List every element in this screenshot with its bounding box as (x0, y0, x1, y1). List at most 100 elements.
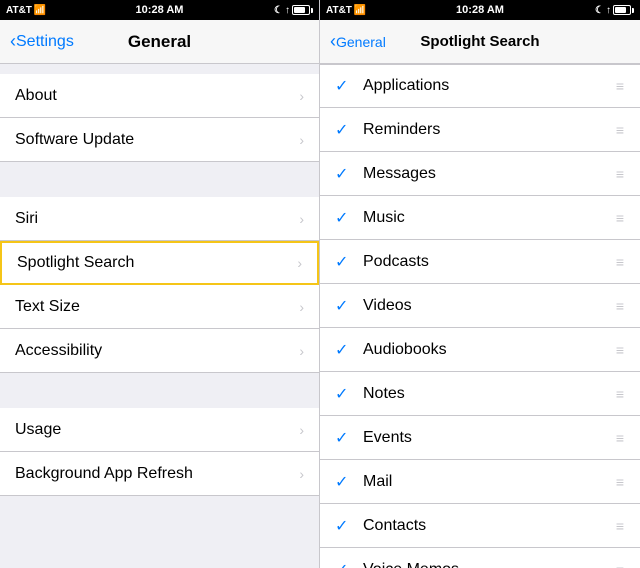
left-about-label: About (15, 87, 57, 105)
right-moon-icon: ☾ (595, 5, 604, 16)
right-spotlight-item-left-5: ✓ Videos (335, 296, 412, 316)
right-spotlight-item-9[interactable]: ✓ Mail ≡ (320, 460, 640, 504)
left-usage-chevron-icon: › (299, 422, 304, 438)
left-item-background-app-refresh[interactable]: Background App Refresh › (0, 452, 319, 496)
left-software-update-label: Software Update (15, 131, 134, 149)
right-hamburger-icon-3: ≡ (616, 210, 625, 226)
right-nav-title: Spotlight Search (420, 33, 539, 50)
left-about-chevron-icon: › (299, 88, 304, 104)
left-back-label[interactable]: Settings (16, 33, 74, 51)
right-checkmark-icon-1: ✓ (335, 120, 351, 140)
right-checkmark-icon-0: ✓ (335, 76, 351, 96)
right-hamburger-icon-5: ≡ (616, 298, 625, 314)
right-time: 10:28 AM (456, 4, 504, 16)
left-bg-app-refresh-label: Background App Refresh (15, 465, 193, 483)
right-spotlight-item-left-1: ✓ Reminders (335, 120, 440, 140)
right-spotlight-item-5[interactable]: ✓ Videos ≡ (320, 284, 640, 328)
right-hamburger-icon-8: ≡ (616, 430, 625, 446)
left-software-update-chevron-icon: › (299, 132, 304, 148)
left-item-about[interactable]: About › (0, 74, 319, 118)
right-spotlight-list: ✓ Applications ≡ ✓ Reminders ≡ ✓ Message… (320, 64, 640, 568)
right-spotlight-item-label-0: Applications (363, 77, 449, 95)
left-bg-app-refresh-chevron-icon: › (299, 466, 304, 482)
screen-container: AT&T 📶 10:28 AM ☾ ↑ ‹ Settings G (0, 0, 640, 568)
right-back-button[interactable]: ‹ General (330, 31, 386, 52)
right-hamburger-icon-7: ≡ (616, 386, 625, 402)
right-hamburger-icon-0: ≡ (616, 78, 625, 94)
right-checkmark-icon-5: ✓ (335, 296, 351, 316)
right-back-label[interactable]: General (336, 34, 386, 50)
left-moon-icon: ☾ (274, 5, 283, 16)
right-spotlight-item-1[interactable]: ✓ Reminders ≡ (320, 108, 640, 152)
left-nav-bar: ‹ Settings General (0, 20, 319, 64)
right-panel: AT&T 📶 10:28 AM ☾ ↑ ‹ General Sp (320, 0, 640, 568)
right-spotlight-item-label-5: Videos (363, 297, 412, 315)
right-spotlight-item-label-3: Music (363, 209, 405, 227)
right-spotlight-item-0[interactable]: ✓ Applications ≡ (320, 64, 640, 108)
left-sb-left: AT&T 📶 (6, 5, 46, 16)
right-hamburger-icon-6: ≡ (616, 342, 625, 358)
left-item-usage[interactable]: Usage › (0, 408, 319, 452)
right-wifi-icon: 📶 (354, 5, 366, 16)
left-bg-app-refresh-right: › (299, 466, 304, 482)
right-carrier: AT&T (326, 5, 352, 16)
right-checkmark-icon-8: ✓ (335, 428, 351, 448)
left-accessibility-label: Accessibility (15, 342, 102, 360)
left-item-spotlight-search[interactable]: Spotlight Search › (0, 241, 319, 285)
right-spotlight-item-label-10: Contacts (363, 517, 426, 535)
left-separator-top (0, 64, 319, 74)
right-checkmark-icon-11: ✓ (335, 560, 351, 568)
left-back-button[interactable]: ‹ Settings (10, 31, 74, 52)
right-spotlight-item-10[interactable]: ✓ Contacts ≡ (320, 504, 640, 548)
right-spotlight-item-left-6: ✓ Audiobooks (335, 340, 447, 360)
left-accessibility-chevron-icon: › (299, 343, 304, 359)
right-checkmark-icon-10: ✓ (335, 516, 351, 536)
left-time: 10:28 AM (136, 4, 184, 16)
right-spotlight-item-2[interactable]: ✓ Messages ≡ (320, 152, 640, 196)
left-settings-list: About › Software Update › Siri › Sp (0, 64, 319, 568)
left-item-text-size[interactable]: Text Size › (0, 285, 319, 329)
right-spotlight-item-left-11: ✓ Voice Memos (335, 560, 459, 568)
left-panel: AT&T 📶 10:28 AM ☾ ↑ ‹ Settings G (0, 0, 320, 568)
left-text-size-label: Text Size (15, 298, 80, 316)
left-about-right: › (299, 88, 304, 104)
left-text-size-chevron-icon: › (299, 299, 304, 315)
left-wifi-icon: 📶 (34, 5, 46, 16)
right-spotlight-item-3[interactable]: ✓ Music ≡ (320, 196, 640, 240)
left-usage-right: › (299, 422, 304, 438)
left-item-software-update[interactable]: Software Update › (0, 118, 319, 162)
left-item-accessibility[interactable]: Accessibility › (0, 329, 319, 373)
right-status-bar: AT&T 📶 10:28 AM ☾ ↑ (320, 0, 640, 20)
right-spotlight-item-7[interactable]: ✓ Notes ≡ (320, 372, 640, 416)
right-spotlight-item-label-4: Podcasts (363, 253, 429, 271)
left-location-icon: ↑ (285, 5, 290, 16)
left-separator-3 (0, 373, 319, 408)
right-spotlight-item-left-10: ✓ Contacts (335, 516, 426, 536)
right-checkmark-icon-7: ✓ (335, 384, 351, 404)
right-spotlight-item-6[interactable]: ✓ Audiobooks ≡ (320, 328, 640, 372)
left-separator-2 (0, 162, 319, 197)
right-spotlight-item-4[interactable]: ✓ Podcasts ≡ (320, 240, 640, 284)
right-hamburger-icon-10: ≡ (616, 518, 625, 534)
right-spotlight-item-label-6: Audiobooks (363, 341, 447, 359)
left-spotlight-chevron-icon: › (297, 255, 302, 271)
right-hamburger-icon-4: ≡ (616, 254, 625, 270)
right-checkmark-icon-3: ✓ (335, 208, 351, 228)
left-sb-right: ☾ ↑ (274, 5, 313, 16)
left-carrier: AT&T (6, 5, 32, 16)
left-spotlight-right: › (297, 255, 302, 271)
right-spotlight-item-label-9: Mail (363, 473, 392, 491)
left-text-size-right: › (299, 299, 304, 315)
right-spotlight-item-11[interactable]: ✓ Voice Memos ≡ (320, 548, 640, 568)
right-spotlight-item-left-4: ✓ Podcasts (335, 252, 429, 272)
right-location-icon: ↑ (606, 5, 611, 16)
spotlight-items-container: ✓ Applications ≡ ✓ Reminders ≡ ✓ Message… (320, 64, 640, 568)
right-spotlight-item-label-2: Messages (363, 165, 436, 183)
left-siri-label: Siri (15, 210, 38, 228)
right-spotlight-item-8[interactable]: ✓ Events ≡ (320, 416, 640, 460)
right-checkmark-icon-4: ✓ (335, 252, 351, 272)
right-hamburger-icon-11: ≡ (616, 562, 625, 568)
left-spotlight-label: Spotlight Search (17, 254, 134, 272)
right-battery-icon (613, 5, 634, 15)
left-item-siri[interactable]: Siri › (0, 197, 319, 241)
